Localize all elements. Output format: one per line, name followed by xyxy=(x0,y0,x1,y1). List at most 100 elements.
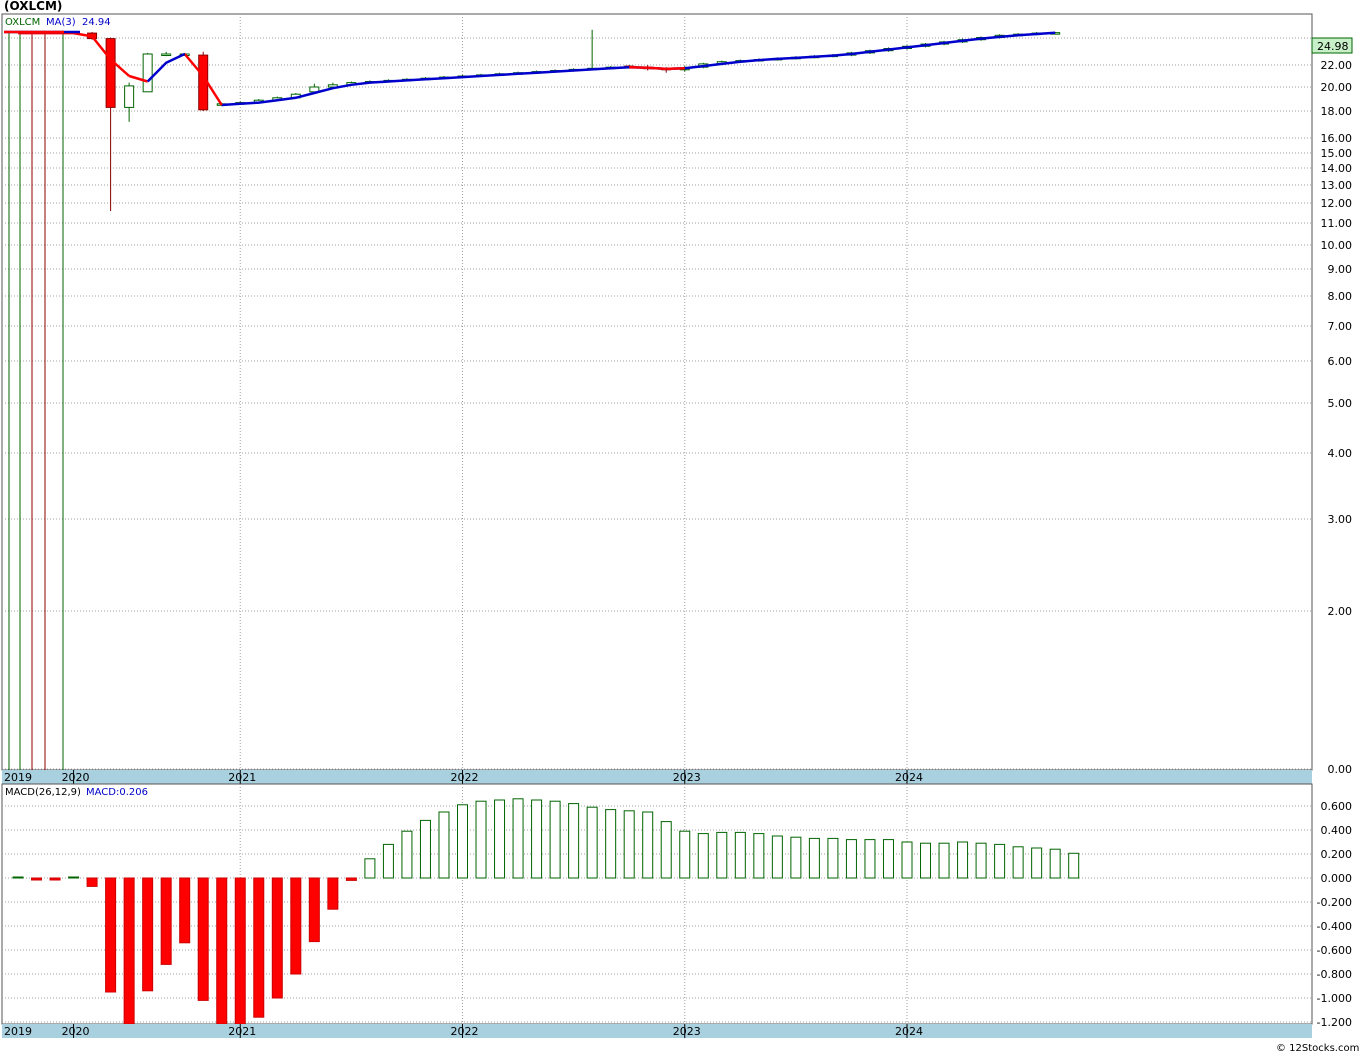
macd-y-tick-label: -1.000 xyxy=(1317,992,1352,1005)
macd-y-axis: 0.600 0.400 0.200 0.000 -0.200 -0.400 -0.600 -0… xyxy=(1317,800,1352,1029)
price-x-axis-band xyxy=(2,770,1312,784)
ma-segment-down xyxy=(629,65,648,69)
macd-bar xyxy=(438,811,450,879)
macd-y-tick-label: -0.800 xyxy=(1317,968,1352,981)
macd-bar xyxy=(1049,848,1061,879)
x-tick-label: 2023 xyxy=(673,1025,701,1038)
price-y-tick-label: 20.00 xyxy=(1321,81,1353,94)
macd-label: MACD(26,12,9) xyxy=(5,787,81,798)
macd-y-tick-label: -1.200 xyxy=(1317,1016,1352,1029)
macd-y-tick-label: -0.400 xyxy=(1317,920,1352,933)
x-tick-label: 2022 xyxy=(451,1025,479,1038)
x-tick-label: 2024 xyxy=(895,771,923,784)
macd-bar xyxy=(364,858,376,879)
macd-bar xyxy=(345,877,357,881)
x-tick-label: 2022 xyxy=(451,771,479,784)
macd-y-tick-label: 0.000 xyxy=(1321,872,1353,885)
x-tick-label: 2019 xyxy=(4,771,32,784)
macd-bar xyxy=(901,841,913,879)
macd-bar xyxy=(12,876,24,879)
macd-bar xyxy=(290,877,302,975)
macd-bar xyxy=(753,833,765,879)
footer-credit: © 12Stocks.com xyxy=(1276,1043,1359,1054)
candle-body xyxy=(142,53,153,93)
macd-bar xyxy=(679,830,691,879)
macd-y-tick-label: -0.600 xyxy=(1317,944,1352,957)
macd-bar xyxy=(419,819,431,879)
price-y-tick-label: 9.00 xyxy=(1328,263,1353,276)
macd-bar xyxy=(382,843,394,879)
stock-chart: (OXLCM) 22.00 20.00 18.00 16.00 15.00 14.00 13… xyxy=(1,0,1359,1054)
macd-bar xyxy=(716,831,728,879)
last-price-label: 24.98 xyxy=(1317,40,1349,53)
macd-y-tick-label: 0.200 xyxy=(1321,848,1353,861)
macd-bar xyxy=(160,877,172,965)
macd-bar xyxy=(123,877,135,1025)
price-panel xyxy=(1,13,1313,771)
price-y-tick-label: 18.00 xyxy=(1321,105,1353,118)
macd-bar xyxy=(197,877,209,1001)
macd-bar xyxy=(1031,847,1043,879)
macd-bar xyxy=(845,839,857,879)
macd-bar xyxy=(494,799,506,879)
candle-body xyxy=(105,38,116,108)
macd-bar xyxy=(31,877,43,881)
price-y-tick-label: 13.00 xyxy=(1321,179,1353,192)
macd-bar xyxy=(1068,852,1080,879)
macd-bar xyxy=(105,877,117,993)
price-y-tick-label: 15.00 xyxy=(1321,147,1353,160)
macd-bar xyxy=(234,877,246,1025)
macd-bar xyxy=(994,843,1006,879)
macd-bar xyxy=(327,877,339,910)
x-tick-label: 2024 xyxy=(895,1025,923,1038)
macd-y-tick-label: 0.400 xyxy=(1321,824,1353,837)
macd-x-axis-band xyxy=(2,1024,1312,1038)
macd-bar xyxy=(512,798,524,879)
macd-value-label: MACD:0.206 xyxy=(86,787,148,798)
macd-bar xyxy=(271,877,283,999)
macd-bar xyxy=(623,810,635,879)
price-y-tick-label: 22.00 xyxy=(1321,59,1353,72)
macd-bar xyxy=(475,800,487,879)
macd-bar xyxy=(808,837,820,879)
macd-bar xyxy=(86,877,98,887)
price-y-tick-label: 2.00 xyxy=(1328,605,1353,618)
macd-bar xyxy=(864,839,876,879)
macd-bar xyxy=(1012,846,1024,879)
macd-bar xyxy=(216,877,228,1025)
price-y-tick-label: 12.00 xyxy=(1321,197,1353,210)
macd-bar xyxy=(179,877,191,944)
macd-bar xyxy=(68,876,80,879)
macd-bar xyxy=(142,877,154,992)
price-y-tick-label: 5.00 xyxy=(1328,397,1353,410)
macd-bar xyxy=(734,831,746,879)
macd-bar xyxy=(642,811,654,879)
macd-bar xyxy=(531,799,543,879)
macd-bar xyxy=(253,877,265,1018)
macd-bar xyxy=(920,842,932,879)
macd-bar xyxy=(790,836,802,879)
price-y-axis: 22.00 20.00 18.00 16.00 15.00 14.00 13.00 12.00… xyxy=(1321,59,1353,776)
macd-bar xyxy=(605,809,617,879)
ma-segment-down xyxy=(647,66,667,71)
x-tick-label: 2020 xyxy=(62,1025,90,1038)
macd-bar xyxy=(49,877,61,881)
candle-body xyxy=(124,85,135,108)
macd-bar xyxy=(457,804,468,879)
macd-bar xyxy=(882,839,894,879)
macd-bar xyxy=(401,830,413,879)
macd-bar xyxy=(697,833,709,879)
macd-bar xyxy=(938,842,950,879)
macd-bar xyxy=(568,803,580,879)
x-tick-label: 2020 xyxy=(62,771,90,784)
macd-y-tick-label: -0.200 xyxy=(1317,896,1352,909)
symbol-label: OXLCM xyxy=(5,17,40,28)
price-y-tick-label: 4.00 xyxy=(1328,447,1353,460)
price-y-tick-label: 10.00 xyxy=(1321,239,1353,252)
macd-bar xyxy=(975,842,987,879)
chart-title: (OXLCM) xyxy=(4,0,62,13)
price-y-tick-label: 6.00 xyxy=(1328,355,1353,368)
x-tick-label: 2019 xyxy=(4,1025,32,1038)
macd-bar xyxy=(586,806,598,879)
macd-bar xyxy=(771,835,783,879)
